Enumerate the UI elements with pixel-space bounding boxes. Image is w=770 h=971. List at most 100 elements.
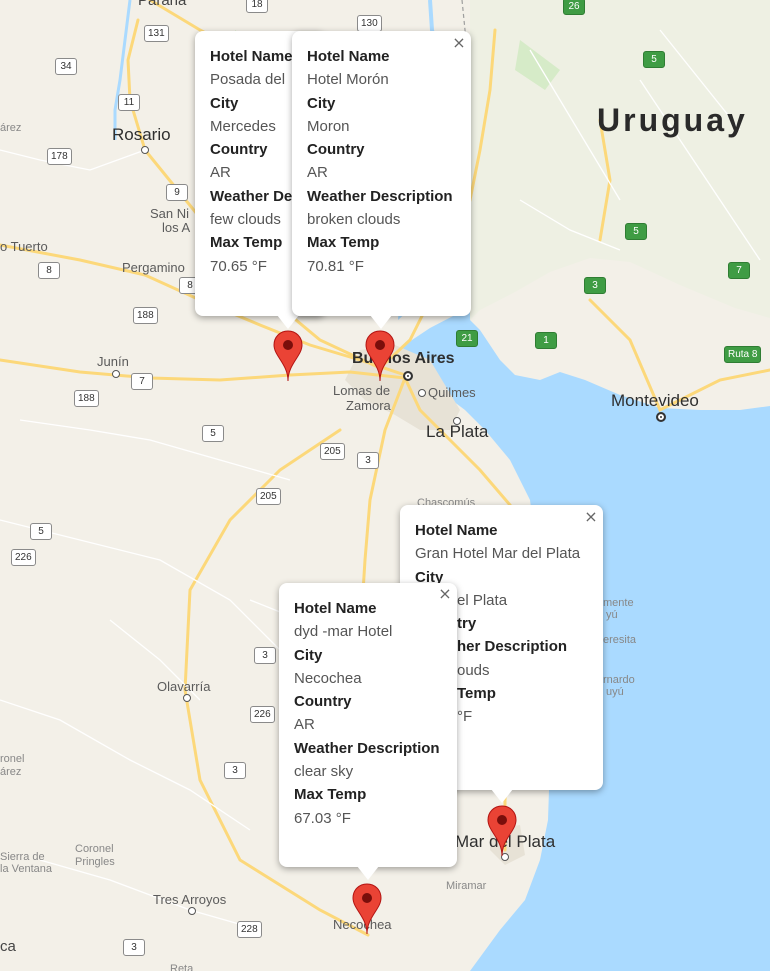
- route-shield-g3: 3: [584, 277, 606, 294]
- hotel-name-label: Hotel Name: [415, 522, 498, 539]
- place-label-pergamino: Pergamino: [122, 260, 185, 275]
- info-window-tail-moron: [370, 315, 392, 329]
- country-label: Country: [294, 693, 352, 711]
- route-shield-g7: 7: [728, 262, 750, 279]
- place-label-tuyu-edge: yú: [606, 609, 618, 621]
- hotel-name-label: Hotel Name: [294, 600, 377, 617]
- place-label-coronel-pringles-2: Pringles: [75, 856, 115, 868]
- place-label-suarez-edge-2: árez: [0, 766, 22, 778]
- country-value: AR: [307, 164, 328, 182]
- place-label-ca-edge: ca: [0, 938, 16, 955]
- hotel-marker-mar-del-plata[interactable]: [487, 805, 517, 857]
- capital-dot-buenos-aires: [403, 371, 413, 381]
- country-label-uruguay: Uruguay: [597, 102, 748, 138]
- place-label-san-nicolas: San Ni: [150, 206, 190, 221]
- route-shield-188a: 188: [133, 307, 158, 324]
- route-shield-34: 34: [55, 58, 77, 75]
- place-label-quilmes: Quilmes: [428, 385, 476, 400]
- city-value: Moron: [307, 117, 350, 135]
- city-label: City: [307, 94, 336, 112]
- info-window-moron: Hotel Name Hotel Morón City Moron Countr…: [292, 31, 471, 316]
- country-value: AR: [294, 716, 315, 734]
- weather-description-label: Weather Description: [307, 187, 453, 205]
- max-temp-label: Max Temp: [294, 786, 367, 804]
- route-shield-226b: 226: [250, 706, 275, 723]
- place-label-la-plata: La Plata: [426, 422, 489, 441]
- place-label-coronel-edge: ronel: [0, 753, 25, 765]
- route-shield-178: 178: [47, 148, 72, 165]
- city-label: City: [294, 646, 323, 664]
- route-shield-g5b: 5: [625, 223, 647, 240]
- route-shield-131: 131: [144, 25, 169, 42]
- place-label-tres-arroyos: Tres Arroyos: [153, 892, 227, 907]
- route-shield-g5a: 5: [643, 51, 665, 68]
- city-dot-quilmes: [418, 389, 426, 397]
- max-temp-value: 67.03 °F: [294, 809, 351, 827]
- route-shield-7: 7: [131, 373, 153, 390]
- place-label-olavarria: Olavarría: [157, 679, 211, 694]
- hotel-marker-mercedes[interactable]: [273, 330, 303, 382]
- route-shield-3c: 3: [224, 762, 246, 779]
- hotel-name-value: Hotel Morón: [307, 71, 389, 89]
- hotel-marker-necochea[interactable]: [352, 883, 382, 935]
- route-shield-26: 26: [563, 0, 585, 15]
- info-window-necochea: Hotel Name dyd -mar Hotel City Necochea …: [279, 583, 457, 867]
- country-label: Country: [307, 141, 365, 159]
- place-label-reta: Reta: [170, 963, 194, 971]
- route-shield-228: 228: [237, 921, 262, 938]
- route-shield-9: 9: [166, 184, 188, 201]
- hotel-name-label: Hotel Name: [307, 48, 390, 65]
- info-window-tail-necochea: [357, 866, 379, 880]
- city-dot-tres-arroyos: [188, 907, 196, 915]
- route-shield-226a: 226: [11, 549, 36, 566]
- route-shield-3a: 3: [357, 452, 379, 469]
- place-label-sierra-2: la Ventana: [0, 863, 52, 875]
- capital-dot-montevideo: [656, 412, 666, 422]
- place-label-zamora: Zamora: [346, 398, 391, 413]
- route-shield-205a: 205: [320, 443, 345, 460]
- close-icon[interactable]: ×: [451, 35, 467, 51]
- weather-description-value: clear sky: [294, 763, 354, 781]
- route-shield-130: 130: [357, 15, 382, 32]
- place-label-miramar: Miramar: [446, 880, 487, 892]
- city-dot-olavarria: [183, 694, 191, 702]
- place-label-lomas: Lomas de: [333, 383, 391, 398]
- city-dot-junin: [112, 370, 120, 378]
- close-icon[interactable]: ×: [583, 509, 599, 525]
- map-canvas[interactable]: Paraná Rosario Uruguay San Ni los A o Tu…: [0, 0, 770, 971]
- info-window-tail-mercedes: [277, 315, 299, 329]
- max-temp-value: 70.81 °F: [307, 257, 364, 275]
- route-shield-205b: 205: [256, 488, 281, 505]
- route-shield-g1: 1: [535, 332, 557, 349]
- place-label-tuyu-edge-2: uyú: [606, 686, 624, 698]
- place-label-teresita-edge: eresita: [603, 634, 637, 646]
- place-label-rosario: Rosario: [112, 125, 171, 144]
- route-shield-5a: 5: [202, 425, 224, 442]
- route-shield-3b: 3: [254, 647, 276, 664]
- weather-description-value: broken clouds: [307, 211, 401, 229]
- weather-description-label: Weather Description: [294, 739, 440, 757]
- place-label-coronel-pringles-1: Coronel: [75, 843, 114, 855]
- place-label-venado-tuerto: o Tuerto: [0, 239, 48, 254]
- route-shield-11: 11: [118, 94, 140, 111]
- route-shield-ruta-8: Ruta 8: [724, 346, 762, 363]
- route-shield-188b: 188: [74, 390, 99, 407]
- close-icon[interactable]: ×: [437, 586, 453, 602]
- city-dot-la-plata: [453, 417, 461, 425]
- info-window-tail-mar-del-plata: [491, 789, 513, 803]
- route-shield-5b: 5: [30, 523, 52, 540]
- place-label-parana: Paraná: [138, 0, 187, 9]
- route-shield-18: 18: [246, 0, 268, 13]
- route-shield-3d: 3: [123, 939, 145, 956]
- place-label-montevideo: Montevideo: [611, 391, 699, 410]
- route-shield-8a: 8: [38, 262, 60, 279]
- place-label-junin: Junín: [97, 354, 129, 369]
- place-label-los-arroyos: los A: [162, 220, 191, 235]
- hotel-marker-moron[interactable]: [365, 330, 395, 382]
- hotel-name-value: Gran Hotel Mar del Plata: [415, 545, 581, 563]
- city-value: Necochea: [294, 669, 362, 687]
- route-shield-21: 21: [456, 330, 478, 347]
- max-temp-label: Max Temp: [307, 234, 380, 252]
- place-label-suarez-edge: árez: [0, 122, 22, 134]
- hotel-name-value: dyd -mar Hotel: [294, 623, 393, 641]
